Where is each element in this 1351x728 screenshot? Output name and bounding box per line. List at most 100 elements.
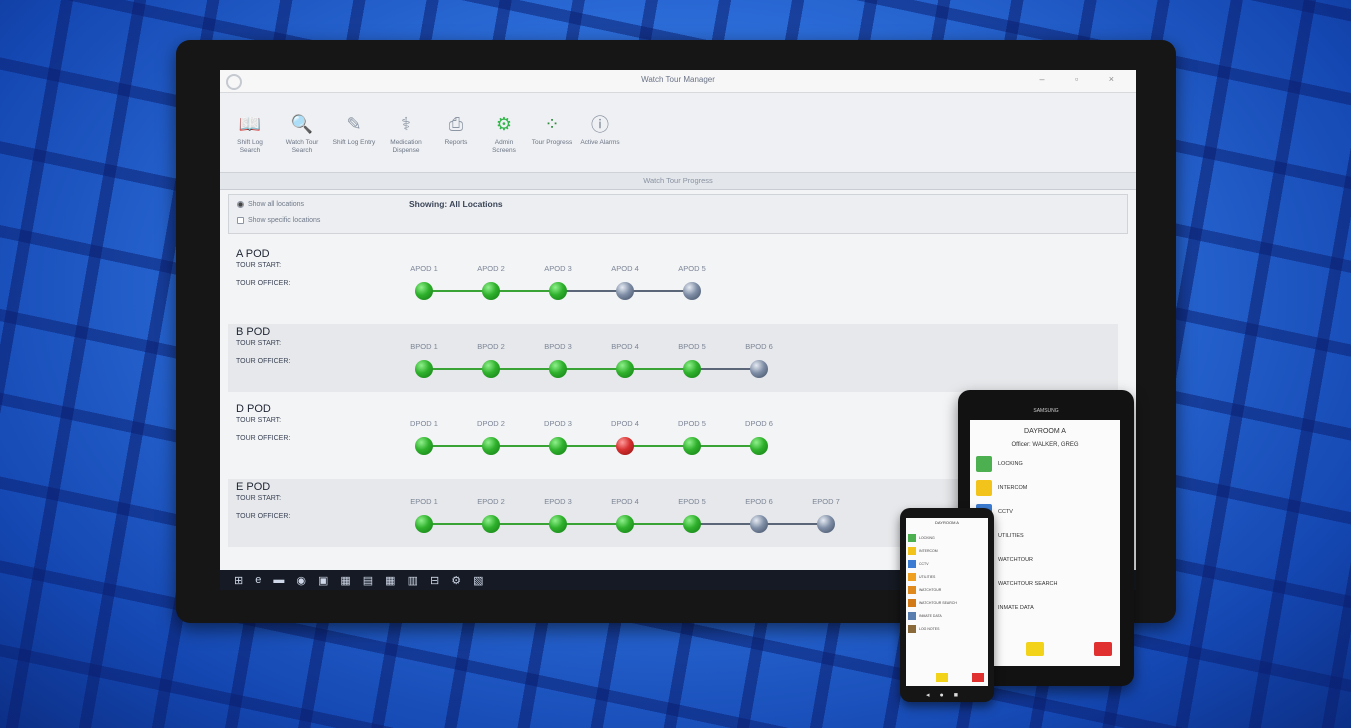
app-icon[interactable]: ▥ xyxy=(408,574,418,587)
checkpoint-status-done-icon[interactable] xyxy=(683,515,701,533)
checkpoint-status-done-icon[interactable] xyxy=(616,360,634,378)
checkpoint-status-done-icon[interactable] xyxy=(482,437,500,455)
tablet-menu-item-label: WATCHTOUR xyxy=(998,557,1034,563)
pod-name: E POD xyxy=(236,481,271,493)
tour-connector xyxy=(625,368,692,370)
checkpoint-status-pending-icon[interactable] xyxy=(616,282,634,300)
phone-menu-item-label: CCTV xyxy=(919,562,929,566)
checkpoint-status-done-icon[interactable] xyxy=(549,437,567,455)
phone-menu-item[interactable]: INMATE DATA xyxy=(908,612,942,620)
ribbon-button-pen[interactable]: ✎ Shift Log Entry xyxy=(330,113,378,147)
tablet-bottom-icon[interactable] xyxy=(1026,642,1044,656)
phone-menu-item[interactable]: LOG NOTES xyxy=(908,625,939,633)
pod-name: A POD xyxy=(236,248,270,260)
checkpoint-label: EPOD 5 xyxy=(678,497,706,506)
checkbox-icon[interactable] xyxy=(237,217,244,224)
phone-menu-item[interactable]: INTERCOM xyxy=(908,547,938,555)
app-icon[interactable]: ▤ xyxy=(363,574,373,587)
checkpoint-status-done-icon[interactable] xyxy=(683,360,701,378)
checkpoint-status-pending-icon[interactable] xyxy=(750,515,768,533)
phone-nav-icons[interactable]: ◂●■ xyxy=(900,691,994,699)
phone-menu-item[interactable]: WATCHTOUR xyxy=(908,586,941,594)
checkpoint-status-done-icon[interactable] xyxy=(482,515,500,533)
menu-item-icon xyxy=(908,547,916,555)
radio-selected-icon[interactable] xyxy=(237,201,244,208)
phone-menu-item[interactable]: UTILITIES xyxy=(908,573,935,581)
tour-connector xyxy=(424,523,491,525)
ribbon-button-search[interactable]: 🔍 Watch Tour Search xyxy=(278,113,326,155)
app-icon[interactable]: ▣ xyxy=(318,574,328,587)
checkpoint-status-done-icon[interactable] xyxy=(415,282,433,300)
checkpoint-label: DPOD 6 xyxy=(745,419,773,428)
phone-menu-item[interactable]: WATCHTOUR SEARCH xyxy=(908,599,957,607)
checkpoint-status-pending-icon[interactable] xyxy=(683,282,701,300)
app-icon[interactable]: ▦ xyxy=(340,574,350,587)
checkpoint-label: EPOD 6 xyxy=(745,497,773,506)
phone-alarm-icon[interactable] xyxy=(972,673,984,682)
ribbon-button-alert[interactable]: ⓘ Active Alarms xyxy=(578,113,622,147)
ribbon-button-book[interactable]: 📖 Shift Log Search xyxy=(226,113,274,155)
start-icon[interactable]: ⊞ xyxy=(234,574,243,587)
phone-menu-item-label: INTERCOM xyxy=(919,549,938,553)
phone-menu-item-label: INMATE DATA xyxy=(919,614,942,618)
tour-officer-label: TOUR OFFICER: xyxy=(236,513,291,520)
checkpoint-status-done-icon[interactable] xyxy=(549,515,567,533)
tour-connector xyxy=(558,523,625,525)
browser-icon[interactable]: e xyxy=(255,574,261,586)
app-icon[interactable]: ▦ xyxy=(385,574,395,587)
checkpoint-status-missed-icon[interactable] xyxy=(616,437,634,455)
menu-item-icon xyxy=(908,534,916,542)
ribbon-button-dots-grid[interactable]: ⁘ Tour Progress xyxy=(530,113,574,147)
checkpoint-status-done-icon[interactable] xyxy=(549,360,567,378)
ribbon-button-label: Watch Tour Search xyxy=(285,139,319,154)
checkpoint-status-done-icon[interactable] xyxy=(616,515,634,533)
phone-menu-item-label: LOG NOTES xyxy=(919,627,940,631)
checkpoint-status-done-icon[interactable] xyxy=(482,282,500,300)
alert-icon: ⓘ xyxy=(591,115,609,135)
ribbon-button-admin[interactable]: ⚙ Admin Screens xyxy=(482,113,526,155)
folder-icon[interactable]: ▬ xyxy=(273,574,284,586)
menu-item-icon xyxy=(908,560,916,568)
checkpoint-label: DPOD 1 xyxy=(410,419,438,428)
phone-menu-item[interactable]: LOCKING xyxy=(908,534,935,542)
tour-start-label: TOUR START: xyxy=(236,340,282,347)
radio-show-specific[interactable]: Show specific locations xyxy=(237,217,320,224)
app-icon[interactable]: ◉ xyxy=(296,574,306,587)
checkpoint-label: DPOD 4 xyxy=(611,419,639,428)
menu-item-icon xyxy=(908,599,916,607)
ribbon-button-medication[interactable]: ⚕ Medication Dispense xyxy=(382,113,430,155)
section-header: Watch Tour Progress xyxy=(220,173,1136,190)
checkpoint-status-done-icon[interactable] xyxy=(482,360,500,378)
checkpoint-status-done-icon[interactable] xyxy=(415,437,433,455)
ribbon-button-printer[interactable]: ⎙ Reports xyxy=(434,113,478,147)
gear-icon[interactable]: ⚙ xyxy=(451,574,461,587)
tablet-menu-item[interactable]: INTERCOM xyxy=(976,480,1027,496)
tour-connector xyxy=(759,523,826,525)
tour-connector xyxy=(692,523,759,525)
dots-grid-icon: ⁘ xyxy=(544,113,560,134)
checkpoint-label: BPOD 3 xyxy=(544,342,572,351)
tablet-brand: SAMSUNG xyxy=(1033,408,1059,414)
checkpoint-status-done-icon[interactable] xyxy=(549,282,567,300)
tablet-alarm-icon[interactable] xyxy=(1094,642,1112,656)
window-controls[interactable]: – ▫ × xyxy=(1040,74,1128,84)
checkpoint-status-done-icon[interactable] xyxy=(415,515,433,533)
tour-connector xyxy=(424,290,491,292)
tablet-menu-item[interactable]: LOCKING xyxy=(976,456,1023,472)
checkpoint-status-done-icon[interactable] xyxy=(683,437,701,455)
app-icon[interactable]: ⊟ xyxy=(430,574,439,587)
checkpoint-status-pending-icon[interactable] xyxy=(750,360,768,378)
tour-officer-label: TOUR OFFICER: xyxy=(236,358,291,365)
ribbon-button-label: Shift Log Entry xyxy=(332,139,376,146)
medication-icon: ⚕ xyxy=(401,113,411,134)
app-icon[interactable]: ▧ xyxy=(473,574,483,587)
checkpoint-status-done-icon[interactable] xyxy=(415,360,433,378)
phone-bottom-icon[interactable] xyxy=(936,673,948,682)
checkpoint-status-pending-icon[interactable] xyxy=(817,515,835,533)
checkpoint-status-done-icon[interactable] xyxy=(750,437,768,455)
tour-connector xyxy=(558,368,625,370)
phone-menu-item-label: UTILITIES xyxy=(919,575,936,579)
tablet-menu-item-label: LOCKING xyxy=(998,461,1023,467)
phone-menu-item[interactable]: CCTV xyxy=(908,560,929,568)
radio-show-all[interactable]: Show all locations xyxy=(237,201,304,208)
